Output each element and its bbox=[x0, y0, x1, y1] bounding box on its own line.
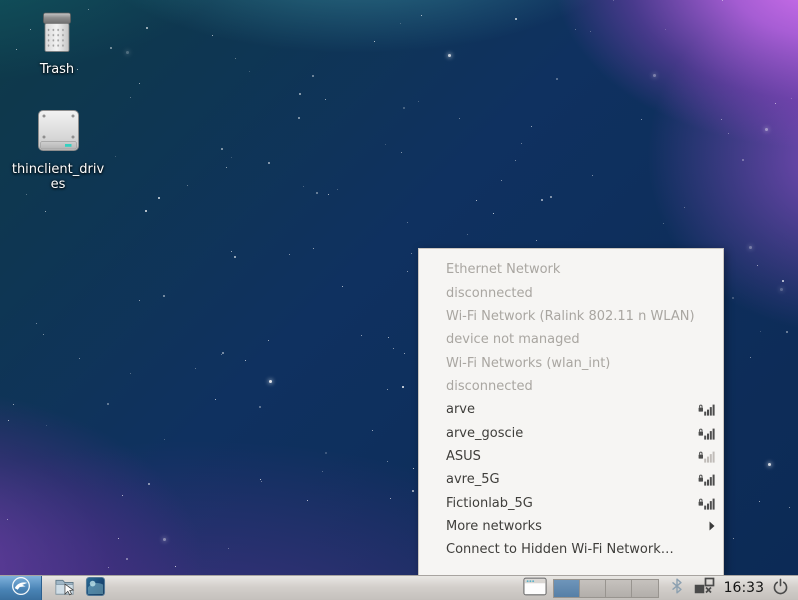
workspace-cell-4[interactable] bbox=[632, 580, 658, 597]
network-status-text: Wi-Fi Network (Ralink 802.11 n WLAN) bbox=[419, 305, 723, 328]
menu-item-label: Connect to Hidden Wi-Fi Network… bbox=[446, 542, 674, 557]
desktop-launcher-icon bbox=[85, 576, 106, 600]
menu-item-label: Ethernet Network bbox=[446, 262, 560, 277]
network-manager-tray-icon[interactable] bbox=[694, 577, 716, 599]
wifi-signal-lock-icon bbox=[698, 497, 715, 510]
connect-hidden-network-item[interactable]: Connect to Hidden Wi-Fi Network… bbox=[419, 538, 723, 561]
menu-item-label: Wi-Fi Networks (wlan_int) bbox=[446, 356, 610, 371]
network-status-text: disconnected bbox=[419, 375, 723, 398]
desktop-icon-trash[interactable]: Trash bbox=[5, 12, 109, 77]
desktop-icon-label: thinclient_drives bbox=[8, 162, 108, 192]
menu-item-label: avre_5G bbox=[446, 472, 500, 487]
wifi-signal-lock-icon bbox=[698, 403, 715, 416]
desktop-icon-thinclient-drives[interactable]: thinclient_drives bbox=[6, 108, 110, 192]
drive-icon bbox=[36, 108, 81, 157]
wifi-signal-lock-icon bbox=[698, 427, 715, 440]
bluetooth-icon bbox=[671, 578, 683, 598]
network-status-text: disconnected bbox=[419, 281, 723, 304]
workspace-pager bbox=[553, 579, 659, 598]
window-icon bbox=[523, 577, 547, 600]
wifi-network-item[interactable]: avre_5G bbox=[419, 468, 723, 491]
menu-item-label: More networks bbox=[446, 519, 542, 534]
power-icon bbox=[772, 578, 789, 599]
file-manager-launcher[interactable] bbox=[53, 577, 75, 599]
start-menu-button[interactable] bbox=[0, 576, 42, 600]
power-button[interactable] bbox=[772, 578, 789, 599]
wifi-network-item[interactable]: ASUS bbox=[419, 445, 723, 468]
window-list-button[interactable] bbox=[522, 578, 548, 599]
more-networks-item[interactable]: More networks bbox=[419, 515, 723, 538]
taskbar-clock[interactable]: 16:33 bbox=[724, 580, 764, 596]
network-manager-menu: Ethernet Network disconnected Wi-Fi Networ… bbox=[418, 248, 724, 575]
bluetooth-tray-icon[interactable] bbox=[671, 578, 683, 598]
taskbar: 16:33 bbox=[0, 575, 798, 600]
desktop-launcher[interactable] bbox=[84, 577, 106, 599]
workspace-cell-3[interactable] bbox=[606, 580, 632, 597]
menu-item-label: arve_goscie bbox=[446, 426, 523, 441]
wifi-network-item[interactable]: arve bbox=[419, 398, 723, 421]
menu-item-label: device not managed bbox=[446, 332, 580, 347]
file-manager-icon bbox=[54, 576, 75, 600]
trash-icon bbox=[37, 12, 77, 57]
menu-item-label: Wi-Fi Network (Ralink 802.11 n WLAN) bbox=[446, 309, 695, 324]
menu-item-label: arve bbox=[446, 402, 475, 417]
menu-item-label: disconnected bbox=[446, 286, 533, 301]
menu-item-label: ASUS bbox=[446, 449, 481, 464]
network-disconnected-icon bbox=[694, 577, 716, 599]
wifi-network-item[interactable]: arve_goscie bbox=[419, 421, 723, 444]
desktop-icon-label: Trash bbox=[40, 62, 74, 77]
desktop: Trash thinc bbox=[0, 0, 798, 600]
workspace-cell-2[interactable] bbox=[580, 580, 606, 597]
menu-item-label: Fictionlab_5G bbox=[446, 496, 533, 511]
network-status-text: Ethernet Network bbox=[419, 258, 723, 281]
menu-item-label: disconnected bbox=[446, 379, 533, 394]
network-status-text: device not managed bbox=[419, 328, 723, 351]
wifi-network-item[interactable]: Fictionlab_5G bbox=[419, 491, 723, 514]
network-status-text: Wi-Fi Networks (wlan_int) bbox=[419, 351, 723, 374]
workspace-cell-1[interactable] bbox=[554, 580, 580, 597]
wifi-signal-lock-icon bbox=[698, 473, 715, 486]
wifi-signal-lock-icon bbox=[698, 450, 715, 463]
submenu-arrow-icon bbox=[709, 521, 715, 531]
start-menu-icon bbox=[11, 576, 31, 600]
